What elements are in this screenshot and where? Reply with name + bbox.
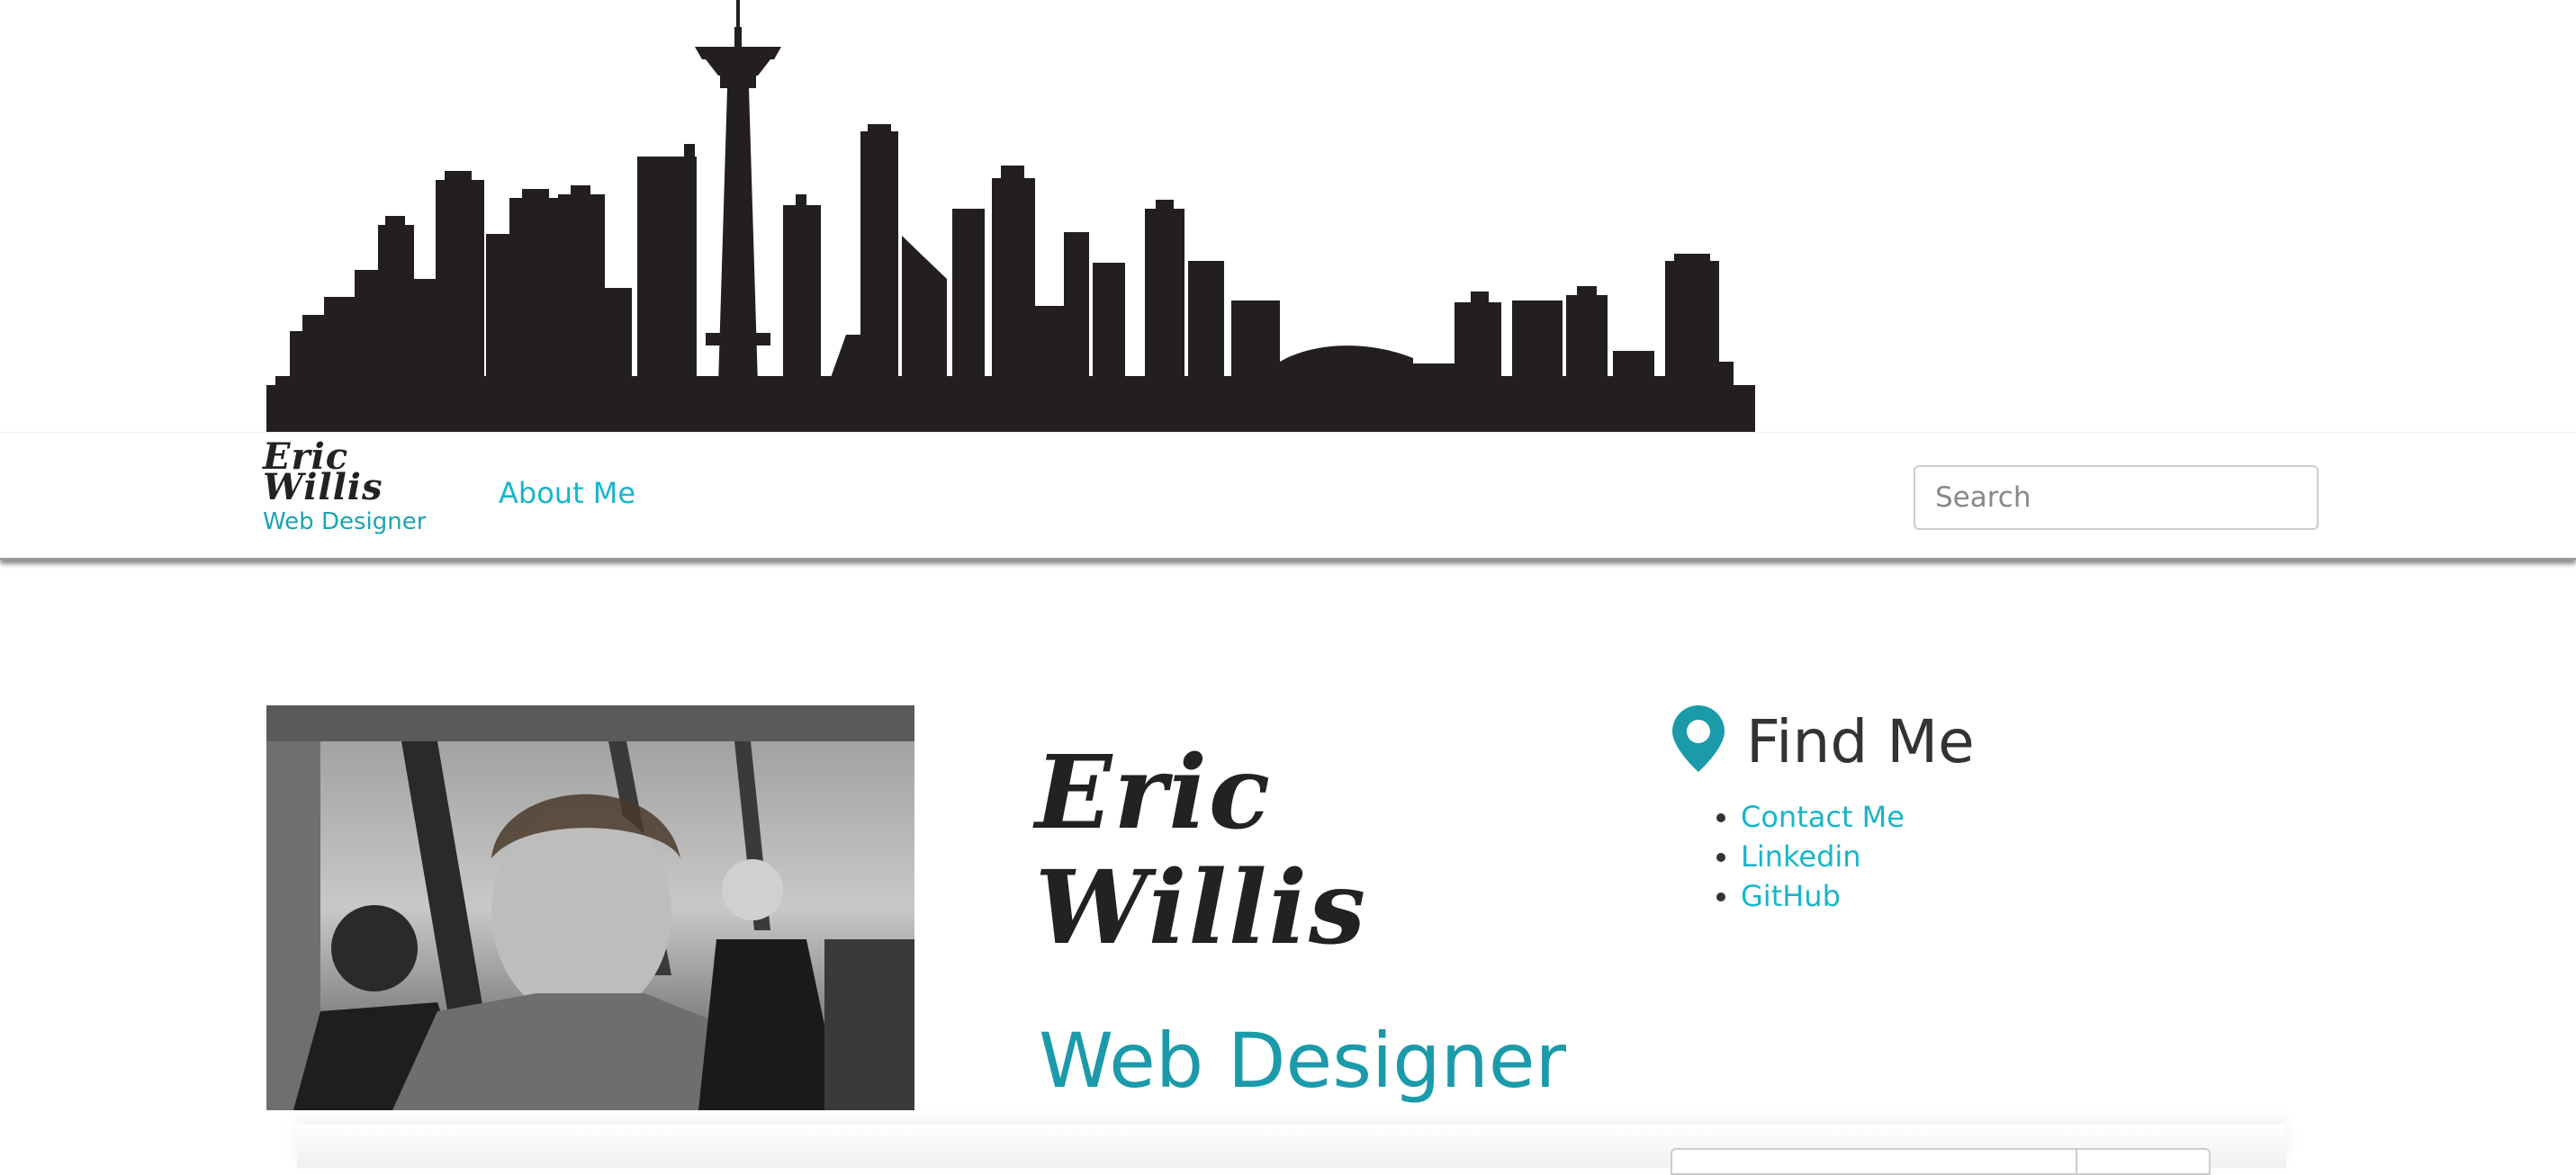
hero-name: Eric Willis (1035, 734, 1368, 967)
hero-title: Web Designer (1039, 1017, 1567, 1106)
nav-link-about-me[interactable]: About Me (499, 476, 635, 510)
skyline-image (266, 0, 1755, 434)
link-linkedin[interactable]: Linkedin (1741, 839, 1861, 874)
profile-photo (266, 705, 914, 1110)
search-input[interactable] (1914, 465, 2319, 530)
brand-subtitle: Web Designer (263, 508, 427, 535)
navbar: Eric Willis Web Designer About Me (0, 432, 2576, 560)
form-button-edge[interactable] (2076, 1148, 2211, 1175)
map-pin-icon (1672, 705, 1725, 772)
link-github[interactable]: GitHub (1741, 879, 1841, 913)
list-item: Linkedin (1741, 837, 1905, 876)
list-item: GitHub (1741, 876, 1905, 916)
find-me-links: Contact Me Linkedin GitHub (1708, 797, 1905, 916)
list-item: Contact Me (1741, 797, 1905, 837)
brand-logo[interactable]: Eric Willis Web Designer (263, 435, 443, 536)
header-banner (0, 0, 2576, 434)
find-me-title: Find Me (1746, 707, 1975, 776)
brand-name: Eric Willis (263, 435, 383, 508)
link-contact-me[interactable]: Contact Me (1741, 800, 1905, 834)
form-input-edge[interactable] (1671, 1148, 2076, 1175)
